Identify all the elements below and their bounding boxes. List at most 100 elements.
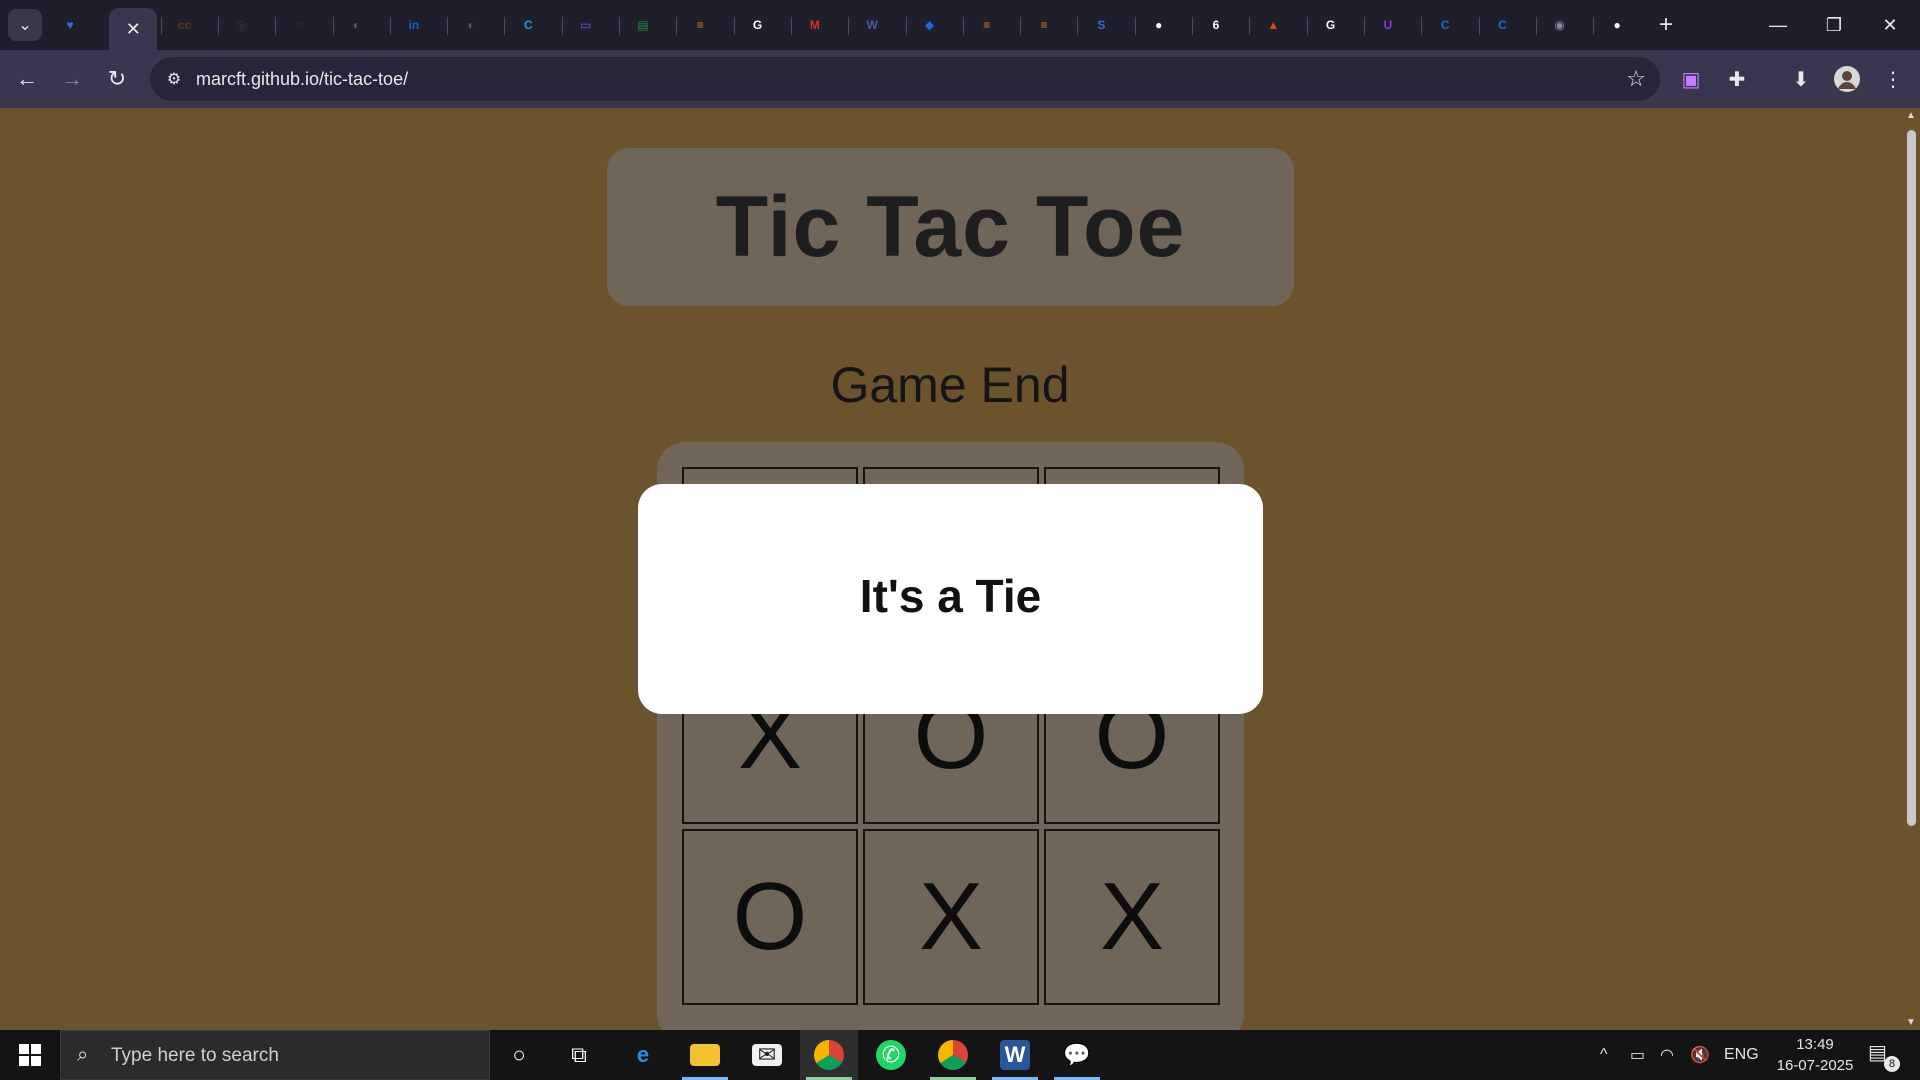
tab-search-button[interactable]: ⌄ <box>8 9 42 41</box>
browser-tab[interactable]: C <box>1483 9 1523 41</box>
feedback-hub-button[interactable]: 💬 <box>1048 1030 1106 1080</box>
stack-icon: ≡ <box>983 18 991 32</box>
restore-icon: ❐ <box>1825 14 1843 35</box>
task-view-button[interactable]: ⧉ <box>550 1030 608 1080</box>
browser-tab[interactable]: cc <box>165 9 205 41</box>
w-icon: W <box>866 18 878 32</box>
linkedin-icon: in <box>408 18 420 32</box>
scroll-down-arrow-icon[interactable]: ▼ <box>1905 1017 1917 1028</box>
browser-tab[interactable]: C <box>1425 9 1465 41</box>
browser-tab[interactable]: C <box>508 9 548 41</box>
mail-button[interactable]: ✉ <box>738 1030 796 1080</box>
forward-button[interactable]: → <box>55 62 89 96</box>
chevron-down-icon: ⌄ <box>18 17 32 34</box>
board-cell[interactable]: X <box>863 829 1039 1005</box>
cortana-circle-icon: ○ <box>512 1042 526 1067</box>
browser-tab[interactable]: ◆ <box>910 9 950 41</box>
extensions-puzzle-icon[interactable]: ✚ <box>1720 62 1754 96</box>
tab-separator <box>1020 17 1022 35</box>
volume-muted-icon[interactable]: 🔇 <box>1690 1030 1710 1080</box>
extension-purple-icon[interactable]: ▣ <box>1674 62 1708 96</box>
tab-separator <box>332 17 334 35</box>
tab-separator <box>1535 17 1537 35</box>
battery-icon[interactable]: ▭ <box>1630 1030 1645 1080</box>
file-explorer-button[interactable] <box>676 1030 734 1080</box>
browser-tab[interactable]: ▤ <box>623 9 663 41</box>
scroll-thumb[interactable] <box>1907 130 1916 826</box>
six-icon: 6 <box>1212 18 1220 32</box>
download-icon[interactable]: ⬇ <box>1784 62 1818 96</box>
minimize-button[interactable]: — <box>1750 0 1806 50</box>
browser-tab[interactable]: S <box>1081 9 1121 41</box>
clock[interactable]: 13:49 16-07-2025 <box>1760 1034 1870 1076</box>
chrome-icon <box>814 1040 844 1070</box>
github-icon: ● <box>1613 18 1621 32</box>
edge-button[interactable]: e <box>614 1030 672 1080</box>
minimize-icon: — <box>1769 14 1787 35</box>
scroll-up-arrow-icon[interactable]: ▲ <box>1905 110 1917 121</box>
site-settings-icon[interactable]: ⚙ <box>162 67 186 91</box>
tab-separator <box>275 17 277 35</box>
tab-strip: ⌄ + — ❐ ✕ ♥ ✕ cc ◎ ≈ ◐ in ◐ C ▭ ▤ ≡ G M W ◆ ≡ ≡ S ● 6 ▲ G U C C ◉ ● <box>0 0 1920 50</box>
whatsapp-button[interactable]: ✆ <box>862 1030 920 1080</box>
address-bar[interactable]: ⚙ marcft.github.io/tic-tac-toe/ ☆ <box>150 57 1660 101</box>
edge-icon: e <box>636 1042 650 1067</box>
browser-tab[interactable]: 6 <box>1196 9 1236 41</box>
chrome-button[interactable] <box>924 1030 982 1080</box>
cortana-button[interactable]: ○ <box>490 1030 548 1080</box>
browser-tab[interactable]: M <box>795 9 835 41</box>
chrome-icon: ◉ <box>1554 18 1566 32</box>
taskbar-search[interactable]: ⌕ Type here to search <box>60 1030 490 1080</box>
arrow-left-icon: ← <box>16 66 38 91</box>
tab-active-close-button[interactable]: ✕ <box>109 8 158 50</box>
bookmark-star-icon[interactable]: ☆ <box>1626 66 1646 92</box>
clock-date: 16-07-2025 <box>1776 1057 1854 1074</box>
browser-tab[interactable]: ≡ <box>1024 9 1064 41</box>
reload-button[interactable]: ↻ <box>100 62 134 96</box>
back-button[interactable]: ← <box>10 62 44 96</box>
mail-icon: ✉ <box>752 1042 782 1067</box>
profile-avatar[interactable] <box>1830 62 1864 96</box>
browser-tab[interactable]: ● <box>1139 9 1179 41</box>
word-icon: W <box>1000 1040 1030 1070</box>
start-button[interactable] <box>0 1030 60 1080</box>
browser-tab[interactable]: ◐ <box>337 9 377 41</box>
new-tab-button[interactable]: + <box>1650 9 1682 41</box>
globe-icon: ◐ <box>467 18 475 32</box>
tray-chevron-icon[interactable]: ^ <box>1600 1030 1608 1080</box>
chrome-profile-button[interactable] <box>800 1030 858 1080</box>
browser-tab[interactable]: ▭ <box>566 9 606 41</box>
tab-separator <box>1249 17 1251 35</box>
browser-tab[interactable]: ≈ <box>279 9 319 41</box>
browser-tab[interactable]: ≡ <box>967 9 1007 41</box>
browser-tab[interactable]: U <box>1368 9 1408 41</box>
tab-separator <box>1192 17 1193 35</box>
browser-tab[interactable]: ◎ <box>222 9 262 41</box>
browser-tab[interactable]: W <box>852 9 892 41</box>
browser-tab[interactable]: in <box>394 9 434 41</box>
language-indicator[interactable]: ENG <box>1724 1030 1759 1080</box>
clock-time: 13:49 <box>1796 1036 1834 1053</box>
browser-tab[interactable]: ◐ <box>451 9 491 41</box>
word-button[interactable]: W <box>986 1030 1044 1080</box>
browser-tab[interactable]: ● <box>1597 9 1637 41</box>
browser-tab[interactable]: ▲ <box>1253 9 1293 41</box>
menu-kebab-icon[interactable]: ⋮ <box>1876 62 1910 96</box>
windows-logo-icon <box>19 1044 41 1066</box>
close-window-button[interactable]: ✕ <box>1862 0 1918 50</box>
board-cell[interactable]: O <box>682 829 858 1005</box>
browser-tab[interactable]: ≡ <box>680 9 720 41</box>
notification-button[interactable]: ▤ 8 <box>1868 1040 1900 1072</box>
tab-separator <box>561 17 563 35</box>
browser-tab[interactable]: ♥ <box>50 9 90 41</box>
browser-tab[interactable]: G <box>1311 9 1351 41</box>
page-scrollbar[interactable]: ▲ ▼ <box>1902 108 1920 1030</box>
wifi-icon[interactable]: ◠ <box>1660 1030 1674 1080</box>
browser-tab[interactable]: G <box>738 9 778 41</box>
restore-button[interactable]: ❐ <box>1806 0 1862 50</box>
tab-separator <box>217 17 219 35</box>
url-text[interactable]: marcft.github.io/tic-tac-toe/ <box>196 69 408 90</box>
board-cell[interactable]: X <box>1044 829 1220 1005</box>
browser-tab[interactable]: ◉ <box>1540 9 1580 41</box>
task-view-icon: ⧉ <box>571 1042 587 1067</box>
